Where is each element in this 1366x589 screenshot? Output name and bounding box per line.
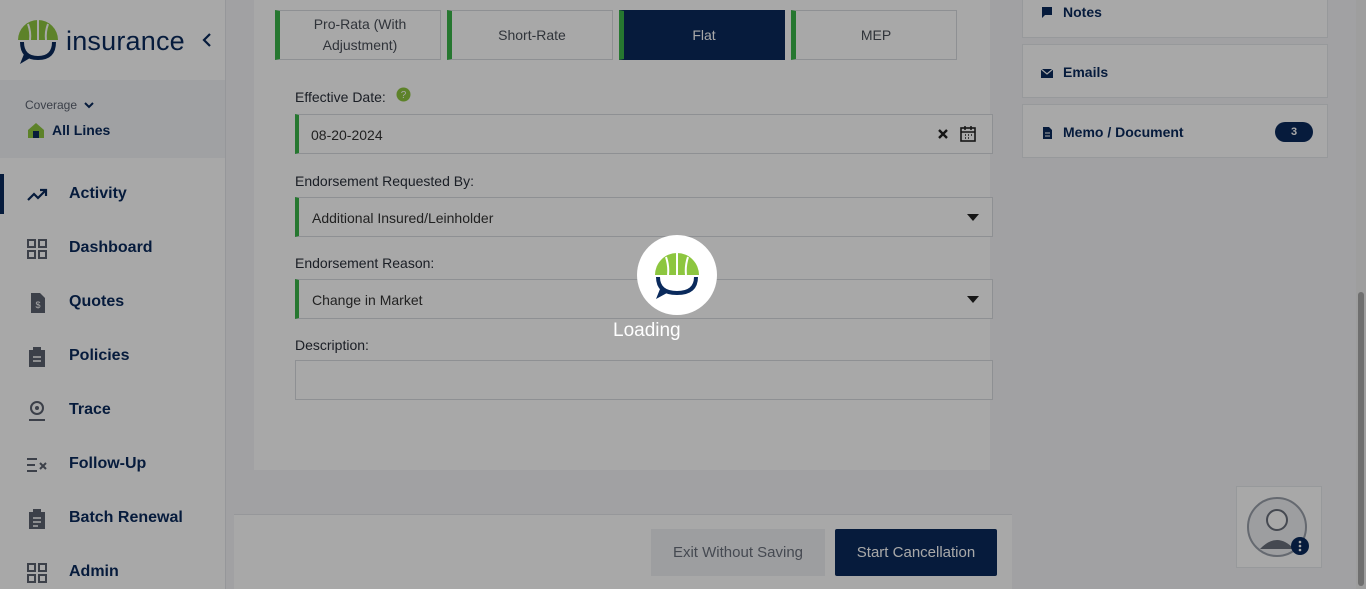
loading-overlay: Loading (0, 0, 1366, 589)
loading-spinner (637, 235, 717, 315)
loading-text: Loading (613, 320, 681, 341)
umbrella-logo-icon (655, 253, 699, 299)
